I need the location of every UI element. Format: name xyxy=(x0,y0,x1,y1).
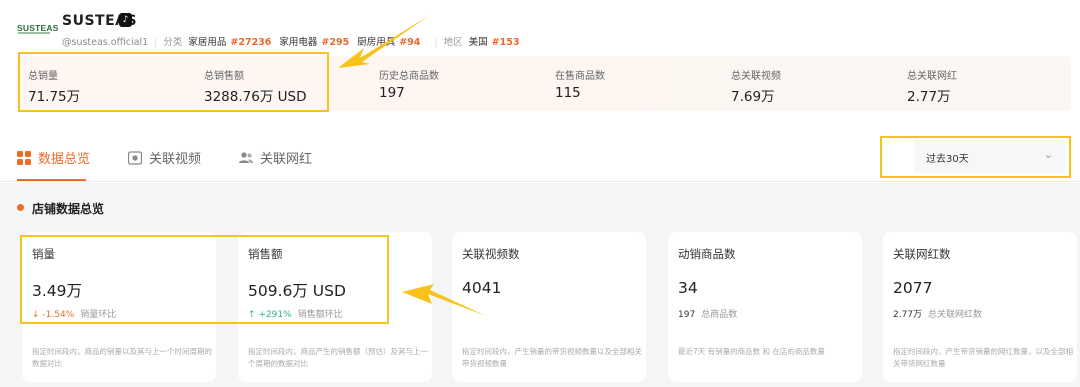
card-description: 指定时间段内，商品的销量以及其与上一个时间周期的数据对比 xyxy=(32,347,212,368)
sub-label: 总关联网红数 xyxy=(928,310,983,320)
meta-divider: | xyxy=(434,37,438,48)
sub-label: 总商品数 xyxy=(701,310,738,320)
period-select[interactable]: 过去30天 ⌄ xyxy=(914,140,1065,173)
stat-value: 3288.76万 USD xyxy=(204,89,307,105)
card-title: 关联网红数 xyxy=(893,247,951,261)
category-rank: #27236 xyxy=(230,37,272,48)
logo-underline xyxy=(18,32,50,34)
category-rank: #295 xyxy=(321,37,350,48)
shop-analytics-page: SUSTEAS SUSTEAS ♪ @susteas.official1 | 分类家… xyxy=(0,0,1080,387)
period-select-value: 过去30天 xyxy=(926,154,969,165)
card-related-influencers: 关联网红数 2077 2.77万 总关联网红数 指定时间段内，产生带货销量的网红数… xyxy=(883,232,1077,382)
card-sub: 2.77万 总关联网红数 xyxy=(893,307,982,320)
card-title: 销售额 xyxy=(248,247,283,261)
category-name[interactable]: 厨房用具 xyxy=(357,37,395,48)
card-sub: 197 总商品数 xyxy=(678,307,737,320)
shop-handle: @susteas.official1 xyxy=(62,37,149,48)
stat-value: 115 xyxy=(555,85,581,101)
section-title: 店铺数据总览 xyxy=(32,202,105,216)
chevron-down-icon: ⌄ xyxy=(1043,148,1053,161)
meta-divider: | xyxy=(154,37,158,48)
shop-meta: @susteas.official1 | 分类 家居用品 #27236 家用电器 #295 厨… xyxy=(62,34,527,48)
stat-value: 2.77万 xyxy=(907,89,951,105)
card-value: 509.6万 USD xyxy=(248,282,346,300)
change-label: 销售额环比 xyxy=(297,310,343,320)
users-icon xyxy=(239,152,253,163)
stat-value: 71.75万 xyxy=(28,89,81,105)
overview-section: 店铺数据总览 销量 3.49万 ↓ -1.54% 销量环比 指定时间段内，商品的销… xyxy=(0,183,1080,387)
change-up: ↑ +291% xyxy=(248,310,292,320)
section-marker-dot xyxy=(17,204,24,211)
card-related-videos: 关联视频数 4041 指定时间段内，产生销量的带货视频数量以及全部相关带货视频数… xyxy=(452,232,646,382)
stat-value: 7.69万 xyxy=(731,89,775,105)
change-label: 销量环比 xyxy=(80,310,117,320)
category-rank: #94 xyxy=(399,37,421,48)
card-sales: 销量 3.49万 ↓ -1.54% 销量环比 指定时间段内，商品的销量以及其与上一… xyxy=(22,232,216,382)
region-rank: #153 xyxy=(491,37,520,48)
stat-label: 总销售额 xyxy=(204,71,244,82)
card-change: ↑ +291% 销售额环比 xyxy=(248,307,343,320)
stat-label: 总销量 xyxy=(28,71,58,82)
card-revenue: 销售额 509.6万 USD ↑ +291% 销售额环比 指定时间段内，商品产生的… xyxy=(238,232,432,382)
tab-data-overview[interactable]: 数据总览 xyxy=(17,148,90,167)
card-value: 34 xyxy=(678,279,698,297)
card-active-products: 动销商品数 34 197 总商品数 最近7天 有销量的商品数 和 在店的商品数量 xyxy=(668,232,862,382)
region-key: 地区 xyxy=(443,37,463,48)
stat-label: 历史总商品数 xyxy=(379,71,439,82)
card-title: 关联视频数 xyxy=(462,247,520,261)
tab-related-videos[interactable]: 关联视频 xyxy=(128,148,201,167)
card-description: 指定时间段内，商品产生的销售额（预估）及其与上一个周期的数据对比 xyxy=(248,347,428,368)
sub-number: 2.77万 xyxy=(893,310,923,320)
card-value: 2077 xyxy=(893,279,933,297)
card-description: 指定时间段内，产生销量的带货视频数量以及全部相关带货视频数量 xyxy=(462,347,642,368)
card-title: 动销商品数 xyxy=(678,247,736,261)
video-icon xyxy=(128,151,142,165)
grid-icon xyxy=(17,151,31,165)
shop-header: SUSTEAS SUSTEAS ♪ @susteas.official1 | 分类家… xyxy=(0,0,1080,52)
card-description: 指定时间段内，产生带货销量的网红数量，以及全部相关带货网红数量 xyxy=(893,347,1073,368)
card-value: 4041 xyxy=(462,279,502,297)
category-key: 分类 xyxy=(163,37,183,48)
tab-label: 关联视频 xyxy=(149,152,202,167)
category-name[interactable]: 家用电器 xyxy=(279,37,317,48)
stat-value: 197 xyxy=(379,85,405,101)
active-tab-indicator xyxy=(17,179,86,181)
region-name: 美国 xyxy=(468,37,488,48)
card-change: ↓ -1.54% 销量环比 xyxy=(32,307,116,320)
stat-label: 总关联网红 xyxy=(907,71,957,82)
sub-number: 197 xyxy=(678,310,696,320)
card-description: 最近7天 有销量的商品数 和 在店的商品数量 xyxy=(678,347,825,356)
overview-stats: 总销量 71.75万 总销售额 3288.76万 USD 历史总商品数 197 … xyxy=(17,56,1071,111)
stat-label: 在售商品数 xyxy=(555,71,605,82)
card-title: 销量 xyxy=(32,247,55,261)
tab-related-influencers[interactable]: 关联网红 xyxy=(239,148,312,167)
stat-label: 总关联视频 xyxy=(731,71,781,82)
card-value: 3.49万 xyxy=(32,282,83,300)
change-down: ↓ -1.54% xyxy=(32,310,75,320)
tab-label: 关联网红 xyxy=(260,152,313,167)
category-name[interactable]: 家居用品 xyxy=(188,37,226,48)
tiktok-icon[interactable]: ♪ xyxy=(119,13,132,27)
tab-label: 数据总览 xyxy=(38,152,91,167)
